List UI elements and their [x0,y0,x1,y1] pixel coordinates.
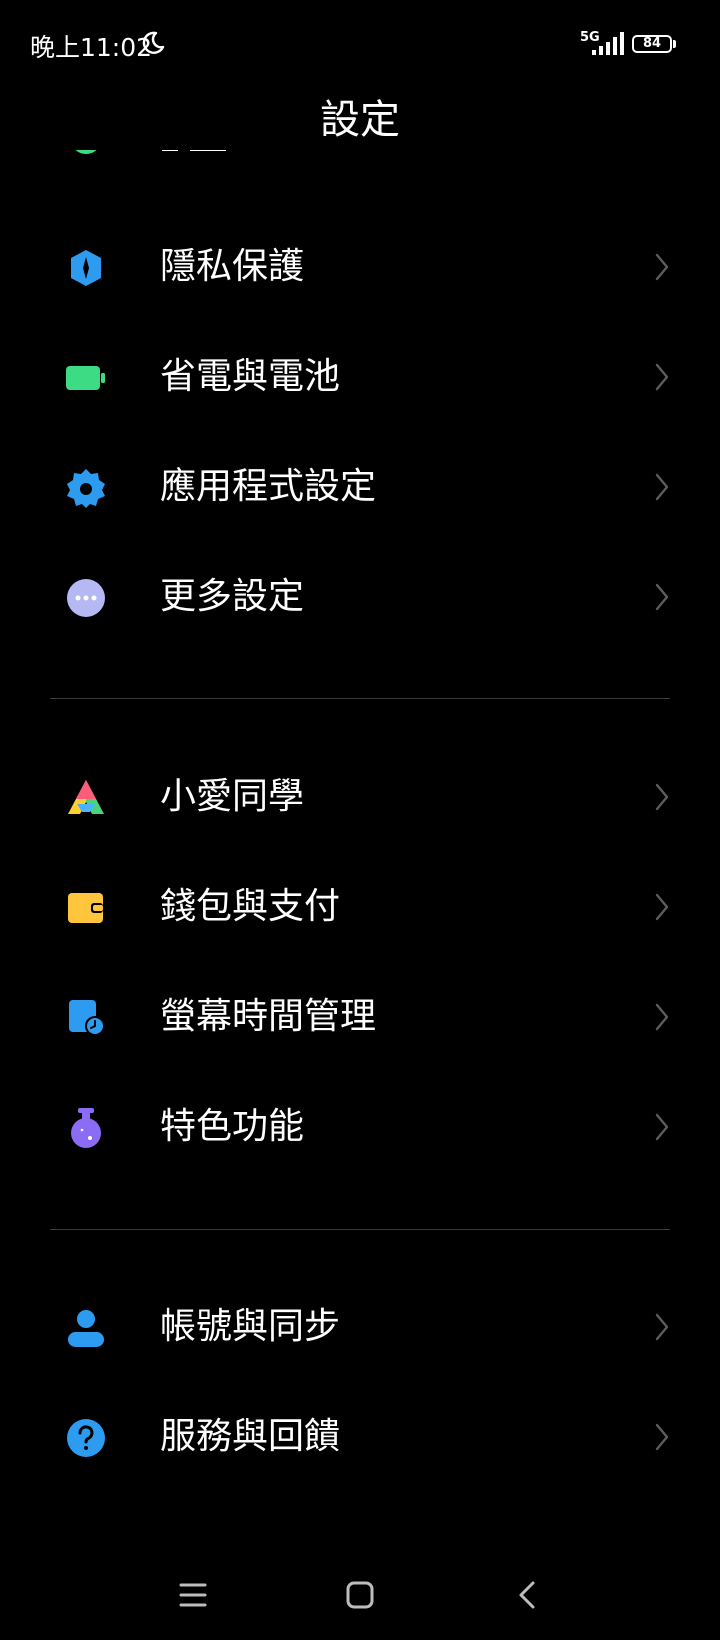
chevron-right-icon [655,473,669,501]
settings-item-special-features[interactable]: 特色功能 [0,1072,720,1182]
more-dots-icon [67,579,105,617]
status-bar: 晚上11:02 5G 84 [0,0,720,90]
settings-item-wallet[interactable]: 錢包與支付 [0,852,720,962]
wallet-icon [68,893,103,923]
settings-item-label: 服務與回饋 [160,1416,341,1457]
status-time: 晚上11:02 [30,33,153,62]
battery-tip [673,40,676,48]
status-indicators: 5G 84 [580,30,690,60]
settings-item-label: 省電與電池 [160,356,341,397]
battery-icon [66,366,105,390]
section-divider [50,1229,670,1230]
settings-item-label: 錢包與支付 [160,886,341,927]
partial-security-icon [75,150,97,154]
do-not-disturb-moon-icon [142,31,165,54]
page-title: 設定 [320,97,400,143]
chevron-right-icon [655,1313,669,1341]
help-icon [67,1419,105,1457]
settings-item-battery[interactable]: 省電與電池 [0,322,720,432]
settings-item-label: 帳號與同步 [160,1306,341,1347]
battery-level: 84 [642,36,662,51]
flask-icon [71,1108,101,1148]
account-icon [68,1310,104,1347]
settings-item-label: 應用程式設定 [160,466,377,507]
chevron-right-icon [655,783,669,811]
settings-item-label: 更多設定 [160,576,305,617]
settings-item-app-settings[interactable]: 應用程式設定 [0,432,720,542]
chevron-right-icon [655,1113,669,1141]
chevron-right-icon [655,583,669,611]
settings-item-account-sync[interactable]: 帳號與同步 [0,1272,720,1382]
back-button-icon[interactable] [508,1575,548,1615]
chevron-right-icon [655,1423,669,1451]
scrolled-row-fragment [0,150,720,174]
partial-label-fragment [160,150,230,156]
navigation-bar [0,1550,720,1640]
chevron-right-icon [655,253,669,281]
chevron-right-icon [655,363,669,391]
settings-item-more-settings[interactable]: 更多設定 [0,542,720,652]
settings-item-privacy[interactable]: 隱私保護 [0,212,720,322]
home-button-icon[interactable] [340,1575,380,1615]
xiaoai-assistant-icon [68,780,104,814]
signal-strength-icon [592,32,624,55]
settings-item-service-feedback[interactable]: 服務與回饋 [0,1382,720,1492]
settings-item-label: 小愛同學 [160,776,305,817]
screen-time-icon [69,1000,105,1036]
privacy-shield-icon [71,250,101,286]
recent-apps-menu-icon[interactable] [173,1575,213,1615]
chevron-right-icon [655,1003,669,1031]
battery-indicator: 84 [632,35,672,53]
gear-icon [67,469,105,508]
settings-item-xiaoai[interactable]: 小愛同學 [0,742,720,852]
settings-item-label: 隱私保護 [160,246,305,287]
settings-item-label: 特色功能 [160,1106,305,1147]
settings-item-label: 螢幕時間管理 [160,996,377,1037]
chevron-right-icon [655,893,669,921]
settings-item-screen-time[interactable]: 螢幕時間管理 [0,962,720,1072]
section-divider [50,698,670,699]
